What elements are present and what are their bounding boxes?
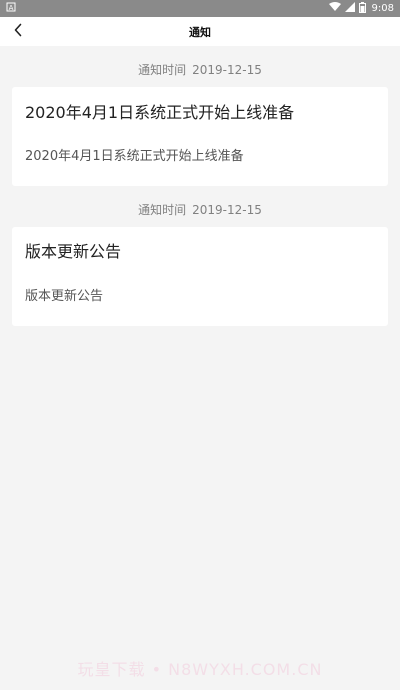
notification-body: 版本更新公告	[25, 289, 104, 304]
status-bar: A 9:08	[0, 0, 400, 17]
notification-card[interactable]: 版本更新公告 版本更新公告	[12, 227, 388, 326]
notification-body: 2020年4月1日系统正式开始上线准备	[25, 149, 244, 164]
status-right: 9:08	[328, 1, 394, 16]
notification-time-prefix: 通知时间	[138, 203, 187, 217]
notification-time-2: 通知时间 2019-12-15	[0, 203, 400, 217]
notification-title: 2020年4月1日系统正式开始上线准备	[25, 103, 295, 122]
a-icon: A	[6, 2, 16, 15]
notification-card[interactable]: 2020年4月1日系统正式开始上线准备 2020年4月1日系统正式开始上线准备	[12, 87, 388, 186]
back-button[interactable]	[6, 17, 30, 46]
status-time: 9:08	[371, 3, 394, 14]
notification-time-1: 通知时间 2019-12-15	[0, 63, 400, 77]
app-bar: 通知	[0, 17, 400, 46]
battery-icon	[358, 1, 366, 16]
wifi-icon	[328, 2, 341, 15]
notification-title: 版本更新公告	[25, 242, 122, 261]
page-title: 通知	[189, 25, 211, 39]
svg-text:A: A	[9, 4, 14, 12]
notification-time-prefix: 通知时间	[138, 63, 187, 77]
notification-list: 通知时间 2019-12-15 2020年4月1日系统正式开始上线准备 2020年…	[0, 46, 400, 326]
notification-date: 2019-12-15	[192, 63, 262, 77]
chevron-left-icon	[13, 22, 23, 41]
watermark: 玩皇下载 • N8WYXH.COM.CN	[77, 660, 323, 679]
signal-icon	[344, 2, 355, 15]
status-left: A	[6, 2, 16, 15]
notification-date: 2019-12-15	[192, 203, 262, 217]
